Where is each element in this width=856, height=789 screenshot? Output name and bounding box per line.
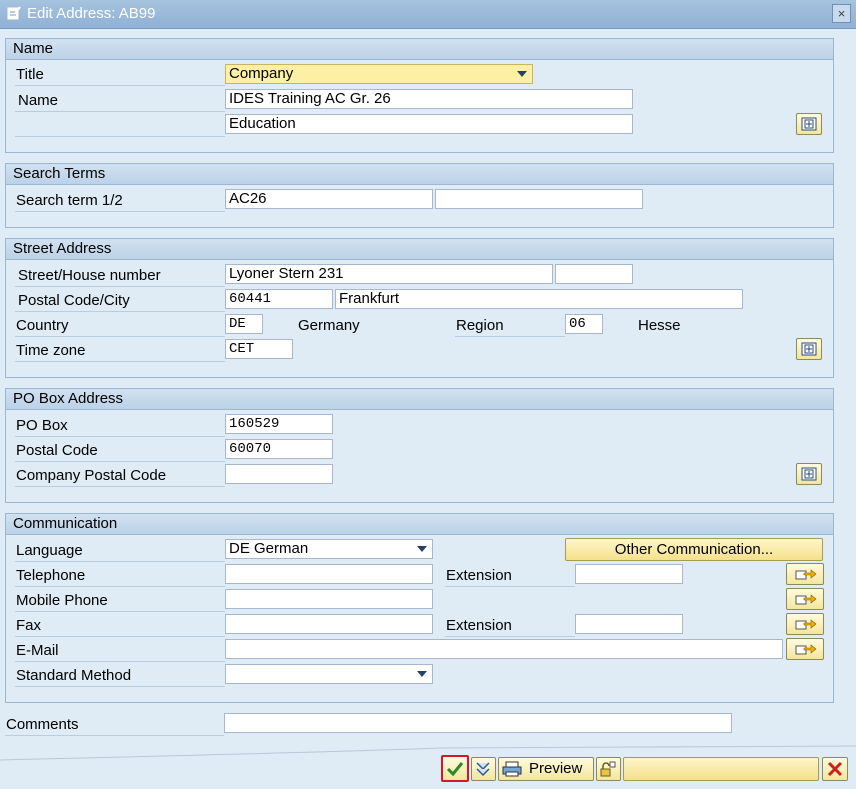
cancel-button[interactable]	[822, 757, 848, 781]
name1-field[interactable]: IDES Training AC Gr. 26	[225, 89, 633, 109]
standard-method-dropdown[interactable]	[225, 664, 433, 684]
street-label: Street/House number	[18, 267, 161, 284]
country-label: Country	[16, 317, 69, 334]
print-icon	[502, 761, 522, 777]
region-label: Region	[456, 317, 504, 334]
extension-label: Extension	[446, 567, 512, 584]
telephone-more-button[interactable]	[786, 563, 824, 585]
close-icon[interactable]: ×	[832, 4, 851, 23]
email-label: E-Mail	[16, 642, 59, 659]
name-label: Name	[18, 92, 59, 109]
po-box-field[interactable]: 160529	[225, 414, 333, 434]
fax-label: Fax	[16, 617, 42, 634]
street-address-group: Street Address Street/House number Lyone…	[5, 238, 834, 378]
search-term2-field[interactable]	[435, 189, 643, 209]
company-postal-code-label: Company Postal Code	[16, 467, 167, 484]
language-dropdown[interactable]: DE German	[225, 539, 433, 559]
country-name: Germany	[298, 317, 360, 334]
telephone-field[interactable]	[225, 564, 433, 584]
po-box-header: PO Box Address	[13, 390, 124, 407]
arrow-right-icon	[795, 594, 817, 605]
chevron-down-icon	[417, 546, 427, 552]
language-label: Language	[16, 542, 83, 559]
house-number-field[interactable]	[555, 264, 633, 284]
mobile-phone-label: Mobile Phone	[16, 592, 108, 609]
postal-city-label: Postal Code/City	[18, 292, 130, 309]
expand-icon	[801, 117, 817, 131]
street-field[interactable]: Lyoner Stern 231	[225, 264, 553, 284]
email-more-button[interactable]	[786, 638, 824, 660]
title-dropdown[interactable]: Company	[225, 64, 533, 84]
transfer-button[interactable]	[471, 757, 496, 781]
other-communication-button[interactable]: Other Communication...	[565, 538, 823, 561]
mobile-phone-field[interactable]	[225, 589, 433, 609]
telephone-extension-field[interactable]	[575, 564, 683, 584]
arrow-right-icon	[795, 619, 817, 630]
street-address-header: Street Address	[13, 240, 112, 257]
confirm-button[interactable]	[441, 755, 469, 782]
arrow-right-icon	[795, 569, 817, 580]
expand-fields-button[interactable]	[796, 113, 822, 135]
search-terms-group: Search Terms Search term 1/2 AC26	[5, 163, 834, 228]
expand-icon	[801, 467, 817, 481]
telephone-label: Telephone	[16, 567, 86, 584]
preview-button[interactable]: Preview	[498, 757, 594, 781]
name-group: Name Title Company Name IDES Training AC…	[5, 38, 834, 153]
mobile-more-button[interactable]	[786, 588, 824, 610]
po-postal-code-label: Postal Code	[16, 442, 98, 459]
arrow-right-icon	[795, 644, 817, 655]
comments-label: Comments	[6, 716, 79, 733]
footer-empty-button[interactable]	[623, 757, 819, 781]
chevron-down-icon	[517, 71, 527, 77]
time-zone-field[interactable]: CET	[225, 339, 293, 359]
email-field[interactable]	[225, 639, 783, 659]
expand-address-button[interactable]	[796, 338, 822, 360]
lock-button[interactable]	[596, 757, 621, 781]
city-field[interactable]: Frankfurt	[335, 289, 743, 309]
checkmark-icon	[446, 762, 464, 777]
po-box-group: PO Box Address PO Box 160529 Postal Code…	[5, 388, 834, 503]
search-term-label: Search term 1/2	[16, 192, 123, 209]
expand-pobox-button[interactable]	[796, 463, 822, 485]
country-field[interactable]: DE	[225, 314, 263, 334]
po-box-label: PO Box	[16, 417, 68, 434]
double-chevron-down-icon	[476, 762, 490, 777]
edit-icon	[7, 6, 21, 20]
comments-field[interactable]	[224, 713, 732, 733]
lock-icon	[600, 761, 616, 777]
name2-field[interactable]: Education	[225, 114, 633, 134]
communication-group: Communication Language DE German Other C…	[5, 513, 834, 703]
fax-field[interactable]	[225, 614, 433, 634]
po-postal-code-field[interactable]: 60070	[225, 439, 333, 459]
fax-extension-label: Extension	[446, 617, 512, 634]
close-icon	[827, 761, 843, 777]
expand-icon	[801, 342, 817, 356]
window-title: Edit Address: AB99	[27, 5, 156, 22]
name-group-header: Name	[13, 40, 54, 57]
region-name: Hesse	[638, 317, 681, 334]
search-term1-field[interactable]: AC26	[225, 189, 433, 209]
window-title-bar: Edit Address: AB99 ×	[0, 0, 856, 29]
search-terms-header: Search Terms	[13, 165, 106, 182]
standard-method-label: Standard Method	[16, 667, 132, 684]
communication-header: Communication	[13, 515, 118, 532]
fax-more-button[interactable]	[786, 613, 824, 635]
preview-label: Preview	[529, 760, 583, 777]
postal-code-field[interactable]: 60441	[225, 289, 333, 309]
fax-extension-field[interactable]	[575, 614, 683, 634]
title-label: Title	[16, 66, 44, 83]
chevron-down-icon	[417, 671, 427, 677]
region-field[interactable]: 06	[565, 314, 603, 334]
company-postal-code-field[interactable]	[225, 464, 333, 484]
time-zone-label: Time zone	[16, 342, 86, 359]
